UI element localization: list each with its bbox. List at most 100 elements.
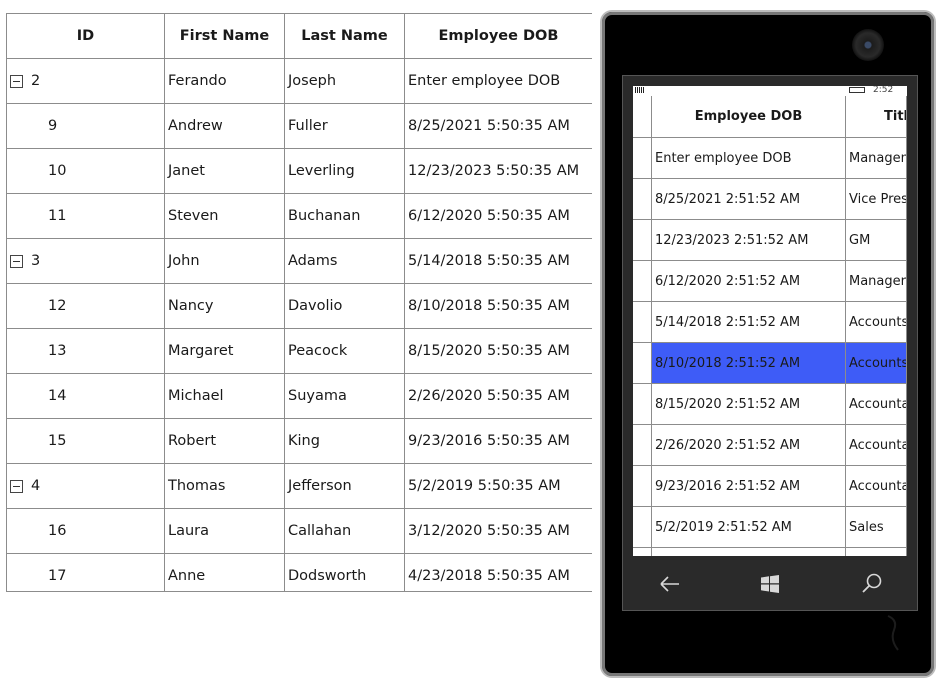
last-name-cell[interactable]: Leverling: [285, 149, 405, 193]
windows-logo-icon[interactable]: [753, 568, 787, 600]
title-cell[interactable]: GM: [846, 220, 907, 260]
dob-cell[interactable]: 9/23/2016 2:51:52 AM: [652, 466, 846, 506]
table-row[interactable]: 9 Andrew Fuller 8/25/2021 5:50:35 AM: [7, 104, 592, 149]
dob-cell[interactable]: 6/12/2020 5:50:35 AM: [405, 194, 592, 238]
first-name-cell[interactable]: John: [165, 239, 285, 283]
last-name-cell[interactable]: Fuller: [285, 104, 405, 148]
dob-cell[interactable]: 5/2/2019 2:51:52 AM: [652, 507, 846, 547]
id-cell[interactable]: 16: [7, 509, 165, 553]
table-row[interactable]: 8/15/2020 2:51:52 AMAccountant: [633, 384, 907, 425]
column-header-employee-dob[interactable]: Employee DOB: [652, 96, 846, 137]
last-name-cell[interactable]: Suyama: [285, 374, 405, 418]
dob-cell[interactable]: Enter employee DOB: [652, 138, 846, 178]
table-row[interactable]: 16 Laura Callahan 3/12/2020 5:50:35 AM: [7, 509, 592, 554]
dob-cell[interactable]: [652, 548, 846, 556]
dob-cell[interactable]: 12/23/2023 2:51:52 AM: [652, 220, 846, 260]
dob-cell[interactable]: 5/2/2019 5:50:35 AM: [405, 464, 592, 508]
title-cell[interactable]: Manager: [846, 261, 907, 301]
last-name-cell[interactable]: Callahan: [285, 509, 405, 553]
first-name-cell[interactable]: Margaret: [165, 329, 285, 373]
dob-cell[interactable]: 2/26/2020 2:51:52 AM: [652, 425, 846, 465]
id-cell[interactable]: 10: [7, 149, 165, 193]
title-cell[interactable]: Vice President: [846, 179, 907, 219]
dob-cell[interactable]: 12/23/2023 5:50:35 AM: [405, 149, 592, 193]
column-header-id[interactable]: ID: [7, 14, 165, 58]
selected-table-row[interactable]: 8/10/2018 2:51:52 AM Accounts: [633, 343, 907, 384]
last-name-cell[interactable]: King: [285, 419, 405, 463]
dob-cell[interactable]: 8/15/2020 2:51:52 AM: [652, 384, 846, 424]
first-name-cell[interactable]: Laura: [165, 509, 285, 553]
table-row[interactable]: 11 Steven Buchanan 6/12/2020 5:50:35 AM: [7, 194, 592, 239]
dob-cell[interactable]: 3/12/2020 5:50:35 AM: [405, 509, 592, 553]
table-row[interactable]: 9/23/2016 2:51:52 AMAccountant: [633, 466, 907, 507]
first-name-cell[interactable]: Janet: [165, 149, 285, 193]
collapse-icon[interactable]: [10, 254, 23, 268]
dob-cell[interactable]: 9/23/2016 5:50:35 AM: [405, 419, 592, 463]
dob-cell[interactable]: Enter employee DOB: [405, 59, 592, 103]
id-cell[interactable]: 15: [7, 419, 165, 463]
table-row[interactable]: 10 Janet Leverling 12/23/2023 5:50:35 AM: [7, 149, 592, 194]
title-cell[interactable]: Accountant: [846, 466, 907, 506]
title-cell[interactable]: [846, 548, 907, 556]
table-row[interactable]: 5/14/2018 2:51:52 AM Accounts: [633, 302, 907, 343]
first-name-cell[interactable]: Anne: [165, 554, 285, 591]
last-name-cell[interactable]: Jefferson: [285, 464, 405, 508]
table-row[interactable]: 2/26/2020 2:51:52 AMAccountant: [633, 425, 907, 466]
table-row[interactable]: 17 Anne Dodsworth 4/23/2018 5:50:35 AM: [7, 554, 592, 591]
last-name-cell[interactable]: Dodsworth: [285, 554, 405, 591]
title-cell[interactable]: Accountant: [846, 425, 907, 465]
search-icon[interactable]: [855, 568, 889, 600]
id-cell[interactable]: 14: [7, 374, 165, 418]
table-row[interactable]: 2 Ferando Joseph Enter employee DOB: [7, 59, 592, 104]
last-name-cell[interactable]: Davolio: [285, 284, 405, 328]
table-row[interactable]: 8/25/2021 2:51:52 AMVice President: [633, 179, 907, 220]
first-name-cell[interactable]: Nancy: [165, 284, 285, 328]
table-row[interactable]: 12 Nancy Davolio 8/10/2018 5:50:35 AM: [7, 284, 592, 329]
table-row[interactable]: 3 John Adams 5/14/2018 5:50:35 AM: [7, 239, 592, 284]
dob-cell[interactable]: 8/25/2021 2:51:52 AM: [652, 179, 846, 219]
dob-cell[interactable]: 4/23/2018 5:50:35 AM: [405, 554, 592, 591]
title-cell[interactable]: Accounts: [846, 302, 907, 342]
column-header-employee-dob[interactable]: Employee DOB: [405, 14, 592, 58]
table-row[interactable]: 13 Margaret Peacock 8/15/2020 5:50:35 AM: [7, 329, 592, 374]
title-cell[interactable]: Accountant: [846, 384, 907, 424]
table-row[interactable]: 5/2/2019 2:51:52 AM Sales: [633, 507, 907, 548]
first-name-cell[interactable]: Steven: [165, 194, 285, 238]
id-cell[interactable]: 11: [7, 194, 165, 238]
last-name-cell[interactable]: Joseph: [285, 59, 405, 103]
table-row[interactable]: 15 Robert King 9/23/2016 5:50:35 AM: [7, 419, 592, 464]
column-header-first-name[interactable]: First Name: [165, 14, 285, 58]
table-row[interactable]: [633, 548, 907, 556]
dob-cell[interactable]: 5/14/2018 2:51:52 AM: [652, 302, 846, 342]
id-cell[interactable]: 13: [7, 329, 165, 373]
table-row[interactable]: Enter employee DOBManagement: [633, 138, 907, 179]
title-cell[interactable]: Management: [846, 138, 907, 178]
title-cell[interactable]: Accounts: [846, 343, 907, 383]
dob-cell[interactable]: 8/25/2021 5:50:35 AM: [405, 104, 592, 148]
id-cell[interactable]: 4: [7, 464, 165, 508]
dob-cell[interactable]: 8/15/2020 5:50:35 AM: [405, 329, 592, 373]
last-name-cell[interactable]: Buchanan: [285, 194, 405, 238]
table-row[interactable]: 12/23/2023 2:51:52 AM GM: [633, 220, 907, 261]
first-name-cell[interactable]: Andrew: [165, 104, 285, 148]
id-cell[interactable]: 9: [7, 104, 165, 148]
collapse-icon[interactable]: [10, 74, 23, 88]
dob-cell[interactable]: 6/12/2020 2:51:52 AM: [652, 261, 846, 301]
id-cell[interactable]: 2: [7, 59, 165, 103]
first-name-cell[interactable]: Ferando: [165, 59, 285, 103]
title-cell[interactable]: Sales: [846, 507, 907, 547]
id-cell[interactable]: 12: [7, 284, 165, 328]
column-header-last-name[interactable]: Last Name: [285, 14, 405, 58]
last-name-cell[interactable]: Peacock: [285, 329, 405, 373]
dob-cell[interactable]: 8/10/2018 5:50:35 AM: [405, 284, 592, 328]
table-row[interactable]: 14 Michael Suyama 2/26/2020 5:50:35 AM: [7, 374, 592, 419]
dob-cell[interactable]: 5/14/2018 5:50:35 AM: [405, 239, 592, 283]
back-arrow-icon[interactable]: [653, 568, 687, 600]
id-cell[interactable]: 17: [7, 554, 165, 591]
first-name-cell[interactable]: Robert: [165, 419, 285, 463]
collapse-icon[interactable]: [10, 479, 23, 493]
dob-cell[interactable]: 8/10/2018 2:51:52 AM: [652, 343, 846, 383]
table-row[interactable]: 6/12/2020 2:51:52 AM Manager: [633, 261, 907, 302]
table-row[interactable]: 4 Thomas Jefferson 5/2/2019 5:50:35 AM: [7, 464, 592, 509]
first-name-cell[interactable]: Thomas: [165, 464, 285, 508]
